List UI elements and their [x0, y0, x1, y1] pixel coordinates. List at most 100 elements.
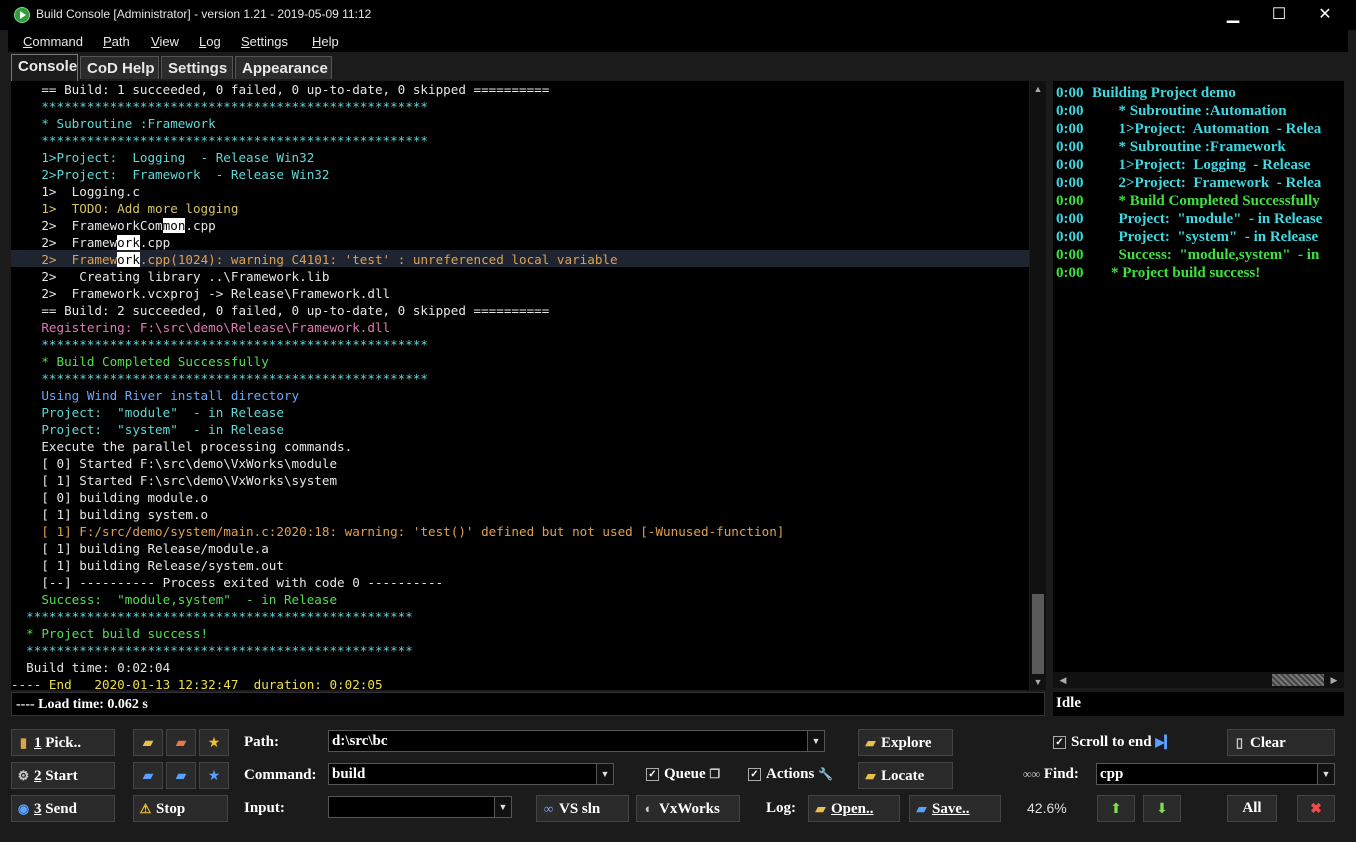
menu-view[interactable]: View: [151, 34, 179, 49]
maximize-button[interactable]: ☐: [1256, 0, 1302, 30]
summary-message: 1>Project: Logging - Release: [1111, 157, 1311, 173]
console-line: [ 0] building module.o: [11, 490, 209, 505]
scroll-up-icon[interactable]: ▲: [1030, 81, 1046, 97]
find-all-button[interactable]: All: [1227, 795, 1277, 822]
summary-message: Project: "module" - in Release: [1111, 211, 1323, 227]
chevron-down-icon[interactable]: ▼: [1317, 764, 1334, 784]
path-input[interactable]: d:\src\bc ▼: [328, 730, 825, 752]
tab-appearance[interactable]: Appearance: [235, 56, 332, 79]
log-label: Log:: [766, 800, 796, 816]
command-input[interactable]: build ▼: [328, 763, 614, 785]
menu-settings[interactable]: Settings: [241, 34, 288, 49]
queue-checkbox[interactable]: ✓ Queue ❐: [646, 766, 720, 783]
console-line: [ 1] Started F:\src\demo\VxWorks\system: [11, 473, 338, 488]
scroll-down-icon[interactable]: ▼: [1030, 674, 1046, 690]
scroll-right-icon[interactable]: ▶: [1327, 672, 1341, 688]
scroll-to-end-checkbox[interactable]: ✓ Scroll to end ▶▎: [1053, 734, 1174, 751]
vxworks-icon: ◐: [644, 801, 653, 816]
star-icon[interactable]: ★: [199, 729, 229, 756]
summary-time: 0:00: [1056, 211, 1084, 227]
console-line: 2> FrameworkCommon.cpp: [11, 218, 216, 233]
console-line: ****************************************…: [11, 371, 429, 386]
window-title: Build Console [Administrator] - version …: [36, 7, 372, 21]
menu-command[interactable]: Command: [23, 34, 83, 49]
summary-line: 0:00 Building Project demo: [1056, 84, 1344, 102]
locate-button[interactable]: ▰ Locate: [858, 762, 953, 789]
console-line: 1> Logging.c: [11, 184, 140, 199]
console-line: == Build: 1 succeeded, 0 failed, 0 up-to…: [11, 82, 550, 97]
search-match: mon: [162, 218, 186, 233]
summary-line: 0:00 1>Project: Logging - Release: [1056, 156, 1344, 174]
console-line: ****************************************…: [11, 133, 429, 148]
console-line: Using Wind River install directory: [11, 388, 300, 403]
scroll-percent: 42.6%: [1027, 800, 1067, 816]
find-label: ∞∞ Find:: [1023, 766, 1079, 782]
vs-sln-button[interactable]: ∞ VS sln: [536, 795, 629, 822]
input-field[interactable]: ▼: [328, 796, 512, 818]
summary-line: 0:00 * Build Completed Successfully: [1056, 192, 1344, 210]
skip-to-end-icon: ▶▎: [1155, 735, 1174, 749]
vxworks-button[interactable]: ◐ VxWorks: [636, 795, 740, 822]
console-line: Project: "system" - in Release: [11, 422, 284, 437]
blue-star-icon[interactable]: ★: [199, 762, 229, 789]
find-input[interactable]: cpp ▼: [1096, 763, 1335, 785]
minimize-button[interactable]: ▁: [1210, 0, 1256, 30]
folder-add-icon[interactable]: ▰: [133, 729, 163, 756]
menu-help[interactable]: Help: [312, 34, 339, 49]
close-button[interactable]: ✕: [1302, 0, 1348, 30]
summary-hscroll-thumb[interactable]: [1272, 674, 1324, 686]
summary-message: 2>Project: Framework - Relea: [1111, 175, 1322, 191]
console-line: ---- End 2020-01-13 12:32:47 duration: 0…: [11, 677, 383, 690]
save-log-button[interactable]: ▰ Save..: [909, 795, 1001, 822]
tab-console[interactable]: Console: [11, 54, 78, 81]
app-icon: [14, 7, 30, 23]
folder-icon: ▰: [865, 735, 876, 750]
stop-button[interactable]: ⚠ Stop: [133, 795, 228, 822]
progress-summary-panel[interactable]: 0:00 Building Project demo 0:00 * Subrouti…: [1053, 81, 1344, 672]
folder-search-icon: ▰: [865, 768, 876, 783]
summary-message: Building Project demo: [1092, 85, 1236, 101]
console-scroll-thumb[interactable]: [1032, 594, 1044, 674]
car-add-icon[interactable]: ▰: [133, 762, 163, 789]
explore-button[interactable]: ▰ Explore: [858, 729, 953, 756]
console-line: [ 0] Started F:\src\demo\VxWorks\module: [11, 456, 338, 471]
menu-path[interactable]: Path: [103, 34, 130, 49]
console-line: 2> Framework.cpp(1024): warning C4101: '…: [11, 252, 618, 267]
actions-checkbox[interactable]: ✓ Actions 🔧: [748, 766, 833, 783]
start-button[interactable]: ⚙ 2 Start: [11, 762, 115, 789]
tab-settings[interactable]: Settings: [161, 56, 233, 79]
summary-time: 0:00: [1056, 265, 1084, 281]
warning-icon: ⚠: [139, 801, 152, 816]
menu-log[interactable]: Log: [199, 34, 221, 49]
console-output[interactable]: == Build: 1 succeeded, 0 failed, 0 up-to…: [11, 81, 1029, 690]
tab-cod-help[interactable]: CoD Help: [80, 56, 159, 79]
car-remove-icon[interactable]: ▰: [166, 762, 196, 789]
summary-message: * Subroutine :Automation: [1111, 103, 1287, 119]
command-label: Command:: [244, 767, 317, 783]
chevron-down-icon[interactable]: ▼: [596, 764, 613, 784]
clear-find-icon[interactable]: ✖: [1297, 795, 1335, 822]
chevron-down-icon[interactable]: ▼: [494, 797, 511, 817]
find-previous-icon[interactable]: ⬆: [1097, 795, 1135, 822]
summary-message: 1>Project: Automation - Relea: [1111, 121, 1322, 137]
summary-time: 0:00: [1056, 85, 1084, 101]
console-line: Build time: 0:02:04: [11, 660, 171, 675]
find-next-icon[interactable]: ⬇: [1143, 795, 1181, 822]
folder-remove-icon[interactable]: ▰: [166, 729, 196, 756]
clear-button[interactable]: ▯ Clear: [1227, 729, 1335, 756]
gear-icon: ⚙: [17, 768, 30, 783]
console-line: ****************************************…: [11, 643, 413, 658]
state-status: Idle: [1056, 695, 1082, 711]
queue-icon: ❐: [709, 767, 721, 781]
binoculars-icon: ∞∞: [1023, 767, 1041, 781]
send-button[interactable]: ◉ 3 Send: [11, 795, 115, 822]
open-log-button[interactable]: ▰ Open..: [808, 795, 900, 822]
console-line: Success: "module,system" - in Release: [11, 592, 338, 607]
summary-line: 0:00 Project: "system" - in Release: [1056, 228, 1344, 246]
pick-button[interactable]: ▮ 1 Pick..: [11, 729, 115, 756]
status-bar: [11, 692, 1045, 716]
scroll-left-icon[interactable]: ◀: [1056, 672, 1070, 688]
chevron-down-icon[interactable]: ▼: [807, 731, 824, 751]
state-panel: [1053, 692, 1344, 716]
summary-line: 0:00 1>Project: Automation - Relea: [1056, 120, 1344, 138]
